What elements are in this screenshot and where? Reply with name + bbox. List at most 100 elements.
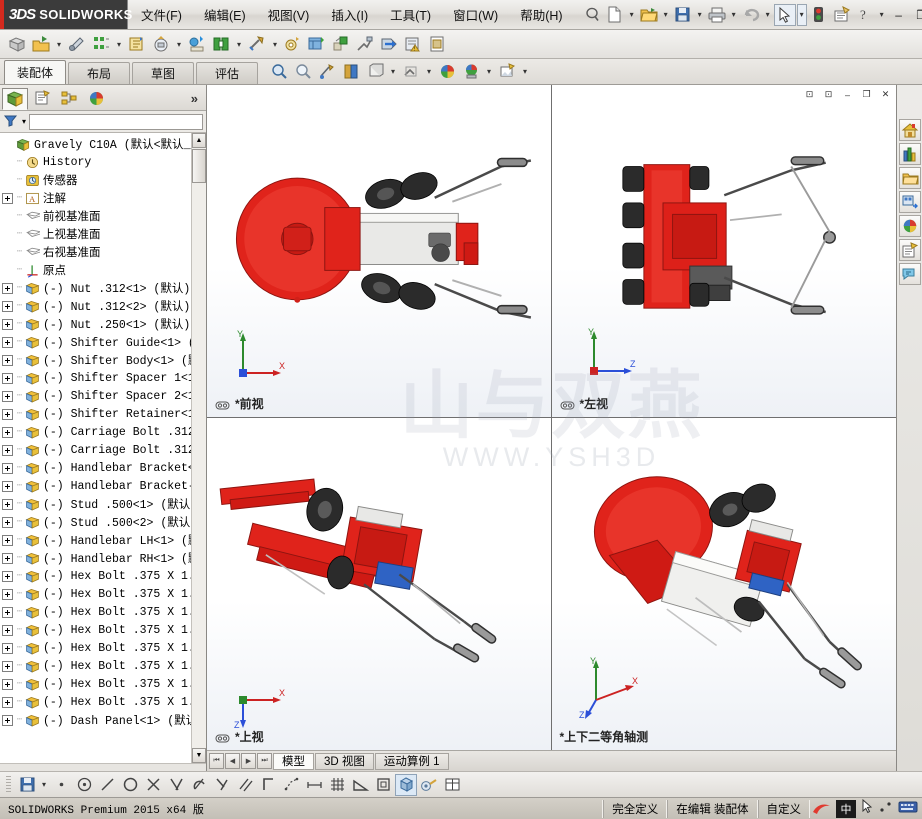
tree-expand-icon[interactable]: [2, 696, 13, 708]
tree-expand-icon[interactable]: [2, 570, 13, 582]
save-icon[interactable]: [16, 774, 38, 796]
assembly-visualization-icon[interactable]: !: [402, 33, 424, 55]
tree-item[interactable]: ┄ (-) Stud .500<1> (默认): [0, 495, 206, 513]
tree-expand-icon[interactable]: [2, 534, 13, 546]
feature-tree[interactable]: Gravely C10A (默认<默认_显 ┄ History ┄ 传感器 ┄ A 注解 ┄ 前…: [0, 133, 206, 763]
show-hide-icon[interactable]: [186, 33, 208, 55]
tree-expand-icon[interactable]: [2, 714, 13, 726]
reference-geometry-icon[interactable]: [246, 33, 268, 55]
restore-button[interactable]: ❐: [911, 5, 922, 25]
tree-expand-icon[interactable]: [2, 480, 13, 492]
tab-property-manager[interactable]: [29, 88, 55, 110]
point-icon[interactable]: [50, 774, 72, 796]
tree-item[interactable]: ┄ (-) Hex Bolt .375 X 1.00: [0, 567, 206, 585]
tree-item[interactable]: ┄ (-) Hex Bolt .375 X 1.00: [0, 675, 206, 693]
tree-item[interactable]: ┄ (-) Hex Bolt .375 X 1.00: [0, 693, 206, 711]
hide-show-icon[interactable]: [400, 60, 422, 82]
tree-item[interactable]: ┄ (-) Hex Bolt .375 X 1.00: [0, 621, 206, 639]
insert-component-dropdown[interactable]: ▾: [54, 33, 64, 55]
circle-icon[interactable]: [119, 774, 141, 796]
minimize-button[interactable]: –: [888, 5, 910, 25]
nav-prev-button[interactable]: ◀: [225, 753, 240, 769]
nav-next-button[interactable]: ▶: [241, 753, 256, 769]
viewport-left[interactable]: Y Z *左视: [551, 85, 896, 418]
rebuild-traffic-light-icon[interactable]: [808, 4, 830, 26]
corner-icon[interactable]: [257, 774, 279, 796]
new-document-dropdown[interactable]: ▾: [627, 4, 637, 26]
tab-sketch[interactable]: 草图: [132, 62, 195, 84]
move-component-icon[interactable]: [150, 33, 172, 55]
tree-expand-icon[interactable]: [2, 444, 13, 456]
bill-of-materials-icon[interactable]: [306, 33, 328, 55]
select-dropdown[interactable]: ▾: [796, 3, 807, 26]
pin-icon[interactable]: [582, 4, 604, 26]
section-view-icon[interactable]: [316, 60, 338, 82]
tree-item[interactable]: ┄ (-) Hex Bolt .375 X 1.00: [0, 639, 206, 657]
menu-window[interactable]: 窗口(W): [450, 3, 501, 26]
zoom-to-fit-icon[interactable]: [268, 60, 290, 82]
parallel-icon[interactable]: [234, 774, 256, 796]
tree-expand-icon[interactable]: [2, 498, 13, 510]
tree-item[interactable]: ┄ 原点: [0, 261, 206, 279]
open-folder-icon[interactable]: [638, 4, 660, 26]
dimension-icon[interactable]: [303, 774, 325, 796]
tree-item[interactable]: ┄ (-) Hex Bolt .375 X 1.00: [0, 657, 206, 675]
menu-edit[interactable]: 编辑(E): [201, 3, 249, 26]
filter-dropdown-icon[interactable]: ▾: [22, 117, 26, 126]
display-style-icon[interactable]: [364, 60, 386, 82]
tree-expand-icon[interactable]: [2, 552, 13, 564]
tree-expand-icon[interactable]: [2, 390, 13, 402]
reference-geometry-dropdown[interactable]: ▾: [270, 33, 280, 55]
tree-expand-icon[interactable]: [2, 516, 13, 528]
explode-line-sketch-icon[interactable]: [354, 33, 376, 55]
toolbar-grip[interactable]: [6, 775, 11, 794]
menu-tools[interactable]: 工具(T): [387, 3, 434, 26]
tree-expand-icon[interactable]: [2, 660, 13, 672]
new-document-icon[interactable]: [604, 4, 626, 26]
doc-minimize[interactable]: –: [839, 87, 856, 102]
ime-language-indicator[interactable]: 中: [836, 799, 856, 818]
tree-item[interactable]: ┄ (-) Shifter Body<1> (默i: [0, 351, 206, 369]
bottom-tab-motion-study-1[interactable]: 运动算例 1: [374, 752, 449, 770]
bounding-box-icon[interactable]: [372, 774, 394, 796]
tree-filter-input[interactable]: [29, 113, 203, 130]
zoom-to-area-icon[interactable]: [292, 60, 314, 82]
viewport-top[interactable]: X Z *上视: [207, 417, 552, 750]
grid-icon[interactable]: [326, 774, 348, 796]
ime-logo-icon[interactable]: [810, 798, 832, 819]
view-settings-icon[interactable]: [496, 60, 518, 82]
tree-expand-icon[interactable]: [2, 300, 13, 312]
measure-icon[interactable]: [418, 774, 440, 796]
tree-expand-icon[interactable]: [2, 192, 13, 204]
doc-restore-right[interactable]: ⊡: [820, 87, 837, 102]
tree-expand-icon[interactable]: [2, 678, 13, 690]
tab-configuration-manager[interactable]: [56, 88, 82, 110]
tree-item[interactable]: ┄ 右视基准面: [0, 243, 206, 261]
filter-funnel-icon[interactable]: [3, 113, 19, 131]
view-palette-icon[interactable]: [898, 191, 921, 213]
tree-item[interactable]: ┄ (-) Shifter Spacer 1<1>: [0, 369, 206, 387]
tree-item[interactable]: ┄ A 注解: [0, 189, 206, 207]
tree-item[interactable]: ┄ (-) Handlebar LH<1> (默: [0, 531, 206, 549]
tree-item[interactable]: ┄ (-) Shifter Retainer<1>: [0, 405, 206, 423]
tree-item[interactable]: ┄ (-) Dash Panel<1> (默认): [0, 711, 206, 729]
open-dropdown[interactable]: ▾: [661, 4, 671, 26]
tree-item[interactable]: ┄ 前视基准面: [0, 207, 206, 225]
hide-show-dropdown[interactable]: ▾: [424, 60, 434, 82]
nav-first-button[interactable]: ⏮: [209, 753, 224, 769]
section-properties-icon[interactable]: [426, 33, 448, 55]
tree-item[interactable]: ┄ (-) Shifter Guide<1> (默: [0, 333, 206, 351]
insert-component-icon[interactable]: [30, 33, 52, 55]
tree-expand-icon[interactable]: [2, 642, 13, 654]
tree-expand-icon[interactable]: [2, 426, 13, 438]
interference-detection-icon[interactable]: [378, 33, 400, 55]
assembly-features-icon[interactable]: [210, 33, 232, 55]
solidworks-resources-home-icon[interactable]: [898, 119, 921, 141]
tree-item[interactable]: ┄ (-) Shifter Spacer 2<1>: [0, 387, 206, 405]
apply-scene-icon[interactable]: [436, 60, 458, 82]
tree-item[interactable]: ┄ (-) Hex Bolt .375 X 1.00: [0, 603, 206, 621]
print-icon[interactable]: [706, 4, 728, 26]
new-motion-study-icon[interactable]: [282, 33, 304, 55]
bottom-tab-model[interactable]: 模型: [273, 752, 314, 770]
nav-last-button[interactable]: ⏭: [257, 753, 272, 769]
